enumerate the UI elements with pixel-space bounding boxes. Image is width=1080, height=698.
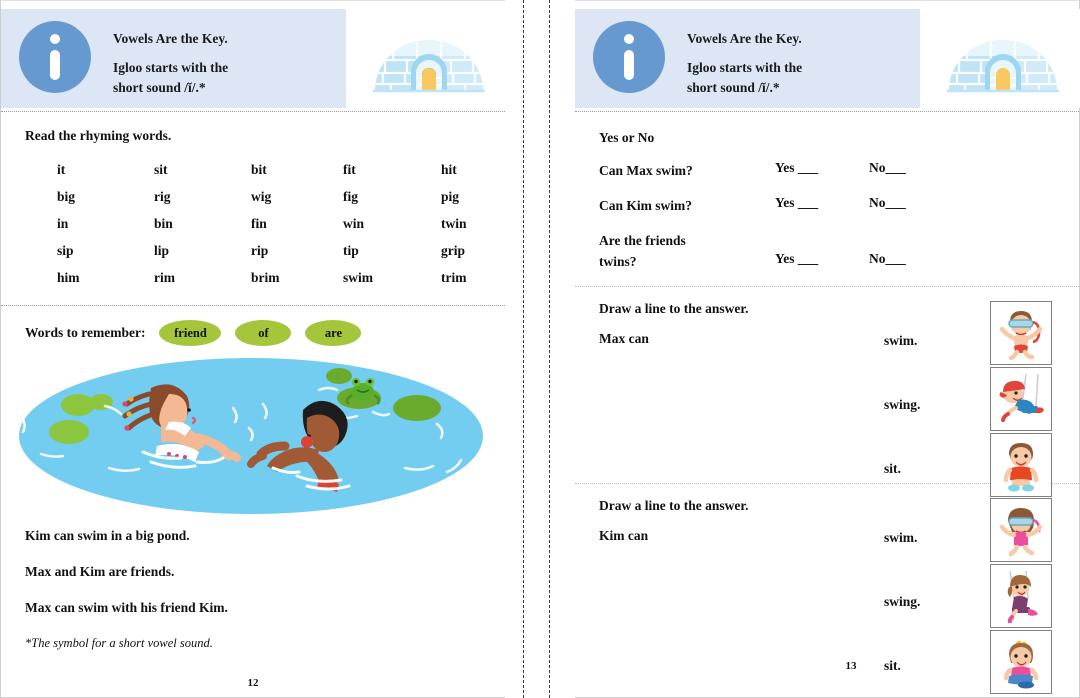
header-subtitle-line2: short sound /ĭ/.* <box>113 80 206 95</box>
header-text-block: Vowels Are the Key. Igloo starts with th… <box>687 29 802 98</box>
rhyming-words-section: Read the rhyming words. it sit bit fit h… <box>1 112 505 305</box>
question-line1: Are the friends <box>599 233 686 248</box>
rhyme-word: him <box>57 270 80 285</box>
story-line: Max can swim with his friend Kim. <box>25 600 228 615</box>
header-subtitle-line2: short sound /ĭ/.* <box>687 80 780 95</box>
rhyme-word: bit <box>251 162 267 177</box>
rhyme-word: fin <box>251 216 267 231</box>
rhyme-word: big <box>57 189 76 204</box>
rhyme-word: win <box>343 216 365 231</box>
picture-box-boy-swinging <box>990 367 1052 431</box>
rhyme-word: bin <box>154 216 173 231</box>
words-to-remember-section: Words to remember: friend of are <box>1 306 505 346</box>
story-line: Max and Kim are friends. <box>25 564 175 579</box>
rhyme-word: rip <box>251 243 269 258</box>
rhyme-word: rim <box>154 270 175 285</box>
rhyme-word: lip <box>154 243 170 258</box>
header-title: Vowels Are the Key. <box>113 31 228 46</box>
word-pill-friend: friend <box>159 320 222 346</box>
page-number-right: 13 <box>845 660 857 672</box>
rhyme-word: it <box>57 162 66 177</box>
yes-option[interactable]: Yes ___ <box>775 160 869 176</box>
yes-no-section: Yes or No Can Max swim? Yes ___ No___ Ca… <box>575 112 1079 272</box>
word-pill-are: are <box>305 320 362 346</box>
draw-option[interactable]: swing. <box>884 570 974 634</box>
letter-i-glyph <box>50 34 60 80</box>
question-text: Can Max swim? <box>599 163 693 178</box>
question-text: Are the friends twins? <box>599 230 775 272</box>
yes-no-heading: Yes or No <box>599 130 655 145</box>
yes-no-row: Can Kim swim? Yes ___ No___ <box>575 181 1079 216</box>
header-subtitle-line1: Igloo starts with the <box>113 60 229 75</box>
igloo-svg <box>372 39 485 92</box>
yes-option[interactable]: Yes ___ <box>775 251 869 267</box>
draw-line-block-kim: Draw a line to the answer. Kim can swim.… <box>575 484 1079 694</box>
rhyme-word: sip <box>57 243 74 258</box>
left-page-header: Vowels Are the Key. Igloo starts with th… <box>1 1 506 111</box>
picture-box-girl-swimming <box>990 498 1052 562</box>
yes-no-row: Are the friends twins? Yes ___ No___ <box>575 216 1079 272</box>
story-line: Kim can swim in a big pond. <box>25 528 190 543</box>
rhyme-word: sit <box>154 162 168 177</box>
girl-swimming-icon <box>999 508 1043 557</box>
rhyme-word: in <box>57 216 69 231</box>
question-line2: twins? <box>599 254 637 269</box>
yes-option[interactable]: Yes ___ <box>775 195 869 211</box>
words-to-remember-label: Words to remember: <box>25 325 146 340</box>
question-text: Can Kim swim? <box>599 198 693 213</box>
vowel-letter-badge <box>19 21 91 93</box>
right-page-header: Vowels Are the Key. Igloo starts with th… <box>575 1 1080 111</box>
header-title: Vowels Are the Key. <box>687 31 802 46</box>
rhyme-word: brim <box>251 270 280 285</box>
girl-swinging-icon <box>1007 570 1038 623</box>
boy-swinging-icon <box>999 373 1044 422</box>
page-number-left: 12 <box>247 677 259 689</box>
fold-line-right <box>549 0 550 698</box>
fold-line-left <box>523 0 524 698</box>
worksheet-spread: Vowels Are the Key. Igloo starts with th… <box>0 0 1080 698</box>
rhyme-word: rig <box>154 189 171 204</box>
rhyme-word: fig <box>343 189 358 204</box>
draw-option[interactable]: swim. <box>884 309 974 373</box>
rhyme-word: fit <box>343 162 356 177</box>
footnote: *The symbol for a short vowel sound. <box>25 636 213 650</box>
igloo-svg <box>946 39 1059 92</box>
left-page: Vowels Are the Key. Igloo starts with th… <box>0 0 506 698</box>
rhyme-word: wig <box>251 189 272 204</box>
rhyming-words-grid: it sit bit fit hit big rig wig fig pig i… <box>1 144 505 305</box>
story-text: Kim can swim in a big pond. Max and Kim … <box>1 522 505 636</box>
draw-picture-boxes <box>990 301 1052 497</box>
rhyme-word: swim <box>343 270 373 285</box>
word-pill-of: of <box>235 320 292 346</box>
boy-swimming-icon <box>999 311 1043 360</box>
picture-box-boy-swimming <box>990 301 1052 365</box>
rhyming-words-heading: Read the rhyming words. <box>25 128 172 143</box>
rhyme-word: tip <box>343 243 359 258</box>
no-option[interactable]: No___ <box>869 195 906 211</box>
draw-option[interactable]: swing. <box>884 373 974 437</box>
yes-no-row: Can Max swim? Yes ___ No___ <box>575 146 1079 181</box>
no-option[interactable]: No___ <box>869 251 906 267</box>
right-page: Vowels Are the Key. Igloo starts with th… <box>575 0 1080 698</box>
letter-i-glyph <box>624 34 634 80</box>
page-gutter <box>505 0 575 698</box>
header-text-block: Vowels Are the Key. Igloo starts with th… <box>113 29 228 98</box>
vowel-letter-badge <box>593 21 665 93</box>
pond-svg <box>19 358 483 514</box>
draw-line-block-max: Draw a line to the answer. Max can swim.… <box>575 287 1079 497</box>
igloo-icon <box>351 9 506 108</box>
picture-box-girl-swinging <box>990 564 1052 628</box>
pond-illustration <box>1 350 506 522</box>
draw-options: swim. swing. sit. <box>884 309 974 501</box>
no-option[interactable]: No___ <box>869 160 906 176</box>
header-subtitle-line1: Igloo starts with the <box>687 60 803 75</box>
igloo-icon <box>925 9 1080 108</box>
draw-option[interactable]: swim. <box>884 506 974 570</box>
